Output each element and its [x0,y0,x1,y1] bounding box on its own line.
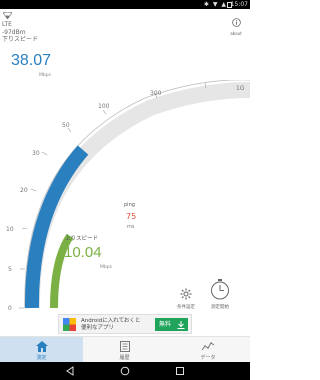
tick-label: 1G [236,85,245,92]
status-bar: ✱ ▼ ▲ 15:07 [0,0,250,9]
download-speed-unit: Mbps [39,73,51,78]
conditions-icon [180,288,192,300]
download-label: 下りスピード [2,36,39,43]
about-button[interactable]: about [227,12,245,36]
home-nav-icon[interactable] [120,366,130,376]
start-measurement-button[interactable]: 測定開始 [205,278,235,310]
tick-label: 30 [32,150,40,157]
tab-measure-label: 測定 [36,355,47,361]
start-measurement-label: 測定開始 [211,305,229,310]
app-logo-icon [63,318,76,331]
about-label: about [230,31,242,36]
ad-line-1: Androidに入れておくと [81,318,141,324]
upload-speed-unit: Mbps [100,265,112,270]
tab-data-label: データ [200,355,216,361]
download-icon [177,320,185,329]
stopwatch-icon [211,279,229,300]
tick-label: 5 [8,266,12,273]
conditions-button[interactable]: 条件設定 [175,285,197,310]
ad-line-2: 便利なアプリ [81,325,115,331]
history-icon [119,341,130,352]
ping-unit: ms [127,224,135,230]
home-icon [35,341,48,352]
tab-measure[interactable]: 測定 [0,337,83,363]
tick-label: 50 [62,122,70,129]
system-navigation-bar [0,362,250,380]
ping-label: ping [124,202,135,208]
tick-label: 300 [150,90,162,97]
ad-free-button[interactable]: 無料 [155,318,188,331]
recents-icon[interactable] [175,366,185,376]
network-type: LTE [2,21,12,28]
back-icon[interactable] [65,366,75,376]
download-speed-value: 38.07 [11,52,52,69]
clock: 15:07 [230,1,248,8]
bottom-tab-bar: 測定 履歴 データ [0,336,250,363]
ad-free-label: 無料 [159,321,172,328]
conditions-label: 条件設定 [177,305,195,310]
signal-strength: -97dBm [2,28,26,36]
tab-history[interactable]: 履歴 [83,337,166,363]
tab-history-label: 履歴 [119,355,130,361]
network-info: LTE -97dBm 下りスピード [2,21,38,44]
tab-data[interactable]: データ [166,337,250,363]
tick-label: 10 [6,226,14,233]
chart-icon [201,342,215,351]
tick-label: 20 [20,187,28,194]
tick-label: 100 [98,103,110,110]
ping-value: 75 [126,212,137,221]
ad-text: Androidに入れておくと 便利なアプリ [81,318,140,332]
status-icons: ✱ ▼ ▲ [203,1,227,8]
info-icon [231,18,241,27]
tick-label: 0 [8,305,12,312]
upload-speed-value: 10.04 [64,244,102,261]
upload-label: 上りスピード [65,236,99,242]
ad-banner[interactable]: Androidに入れておくと 便利なアプリ 無料 [58,314,192,334]
signal-icon [3,12,12,19]
